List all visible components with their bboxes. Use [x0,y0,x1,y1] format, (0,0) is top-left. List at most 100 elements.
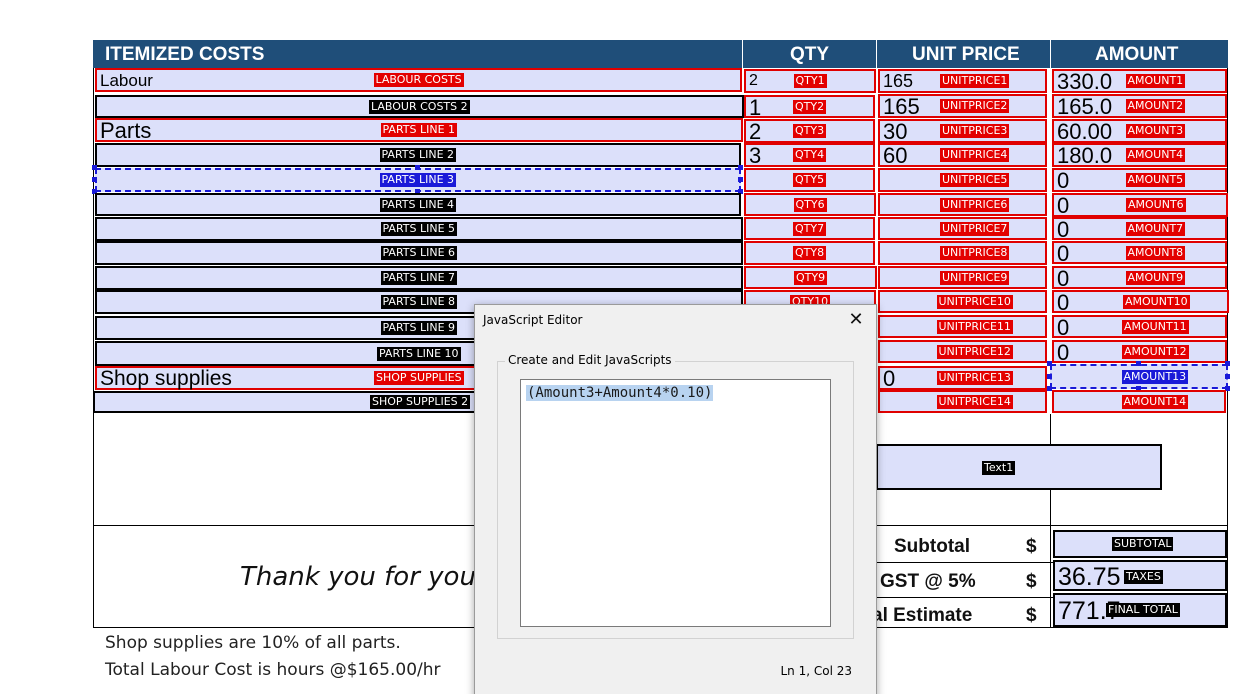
amount-field[interactable]: 330.0 AMOUNT1 [1052,69,1227,93]
shop-supplies-note: Shop supplies are 10% of all parts. [105,633,401,653]
itemized-cost-field[interactable]: Labour LABOUR COSTS [95,68,742,92]
field-value: 60.00 [1057,119,1113,144]
field-name-tag: UNITPRICE1 [940,74,1010,88]
field-name-tag: PARTS LINE 5 [380,222,458,236]
unit-price-field[interactable]: UNITPRICE7 [878,217,1047,240]
header-itemized-costs: ITEMIZED COSTS [105,44,265,65]
amount-field[interactable]: 60.00 AMOUNT3 [1052,119,1227,143]
resize-handle[interactable] [92,177,97,182]
field-value: Parts [100,118,152,143]
field-name-tag: UNITPRICE3 [940,124,1010,138]
field-value: 60 [883,143,908,168]
itemized-cost-field[interactable]: PARTS LINE 6 [95,241,743,265]
field-name-tag: QTY4 [793,148,827,162]
field-name-tag: SHOP SUPPLIES [374,371,464,385]
resize-handle[interactable] [738,165,743,170]
amount-field[interactable]: 0 AMOUNT12 [1052,340,1227,365]
field-value: 165.0 [1057,94,1113,119]
table-border [1227,68,1228,628]
itemized-cost-field[interactable]: PARTS LINE 7 [95,266,743,290]
field-value: Labour [100,70,153,90]
header-amount: AMOUNT [1095,44,1179,65]
itemized-cost-field[interactable]: LABOUR COSTS 2 [95,95,744,118]
field-value: 0 [1057,315,1070,340]
resize-handle[interactable] [1136,361,1141,366]
unit-price-field[interactable]: UNITPRICE9 [878,266,1047,289]
unit-price-field[interactable]: 60 UNITPRICE4 [878,143,1047,167]
qty-field[interactable]: 3 QTY4 [744,143,875,167]
resize-handle[interactable] [1047,361,1052,366]
itemized-cost-field[interactable]: Parts PARTS LINE 1 [95,118,743,142]
field-name-tag: PARTS LINE 1 [380,123,458,137]
field-value: 3 [749,143,762,168]
unit-price-field[interactable]: 30 UNITPRICE3 [878,119,1047,143]
unit-price-field[interactable]: 165 UNITPRICE1 [878,69,1047,93]
script-editor-textarea[interactable]: (Amount3+Amount4*0.10) [520,379,831,627]
qty-field[interactable]: QTY7 [744,217,875,240]
amount-field[interactable]: 0 AMOUNT8 [1052,241,1227,265]
final-total-field[interactable]: 771.7 FINAL TOTAL [1053,593,1227,627]
field-name-tag: QTY9 [794,270,828,285]
amount-field[interactable]: 0 AMOUNT6 [1052,193,1228,217]
qty-field[interactable]: QTY6 [744,193,876,216]
unit-price-field[interactable]: UNITPRICE5 [878,168,1047,192]
unit-price-field[interactable]: UNITPRICE11 [878,315,1047,338]
resize-handle[interactable] [1047,373,1052,379]
field-name-tag: AMOUNT6 [1126,198,1186,212]
amount-field[interactable]: AMOUNT14 [1052,390,1226,413]
field-name-tag: UNITPRICE12 [936,344,1013,359]
unit-price-field[interactable]: UNITPRICE6 [878,193,1047,216]
field-value: 0 [1057,290,1070,315]
qty-field[interactable]: 2 QTY1 [744,69,876,93]
itemized-cost-field[interactable]: PARTS LINE 5 [95,217,743,241]
text1-field[interactable]: Text1 [876,444,1162,490]
field-name-tag: PARTS LINE 9 [380,321,458,335]
field-name-tag: UNITPRICE7 [940,221,1010,236]
unit-price-field[interactable]: 0 UNITPRICE13 [878,366,1047,390]
gst-label: GST @ 5% [880,571,976,592]
subtotal-label: Subtotal [894,536,970,557]
field-value: 30 [883,119,908,144]
field-value: Shop supplies [100,367,232,390]
itemized-cost-field[interactable]: PARTS LINE 2 [95,143,741,167]
taxes-field[interactable]: 36.75 TAXES [1053,560,1227,591]
unit-price-field[interactable]: UNITPRICE10 [878,290,1047,313]
unit-price-field[interactable]: UNITPRICE14 [878,390,1047,413]
labour-cost-note: Total Labour Cost is hours @$165.00/hr [105,660,441,680]
field-name-tag: AMOUNT13 [1121,369,1189,384]
field-name-tag: PARTS LINE 4 [379,197,457,212]
amount-field[interactable]: 0 AMOUNT5 [1052,168,1227,192]
amount-field[interactable]: 180.0 AMOUNT4 [1052,143,1227,167]
qty-field[interactable]: QTY9 [744,266,877,289]
resize-handle[interactable] [92,165,97,170]
resize-handle[interactable] [1225,361,1230,366]
resize-handle[interactable] [738,177,743,182]
javascript-editor-dialog: JavaScript Editor ✕ Create and Edit Java… [474,304,877,694]
dialog-title: JavaScript Editor [483,313,583,327]
itemized-cost-field[interactable]: PARTS LINE 4 [95,193,741,216]
qty-field[interactable]: 2 QTY3 [744,119,875,143]
field-name-tag: AMOUNT12 [1122,344,1189,359]
field-name-tag: PARTS LINE 7 [380,271,458,285]
amount-field[interactable]: 0 AMOUNT7 [1052,217,1227,241]
amount-field[interactable]: 165.0 AMOUNT2 [1052,94,1227,118]
unit-price-field[interactable]: UNITPRICE8 [878,241,1047,265]
field-name-tag: UNITPRICE11 [936,319,1013,334]
field-name-tag: AMOUNT8 [1125,245,1186,260]
qty-field[interactable]: QTY5 [744,168,875,192]
field-value: 330.0 [1057,69,1113,94]
amount-field[interactable]: 0 AMOUNT9 [1052,266,1227,290]
subtotal-field[interactable]: SUBTOTAL [1053,530,1227,558]
field-value: 0 [1057,340,1070,365]
resize-handle[interactable] [1225,373,1230,379]
amount-field[interactable]: 0 AMOUNT10 [1052,290,1229,315]
unit-price-field[interactable]: UNITPRICE12 [878,340,1047,363]
qty-field[interactable]: 1 QTY2 [744,95,875,119]
close-icon[interactable]: ✕ [846,309,866,331]
qty-field[interactable]: QTY8 [744,241,875,265]
header-qty: QTY [790,44,830,65]
unit-price-field[interactable]: 165 UNITPRICE2 [878,94,1047,118]
amount-field[interactable]: 0 AMOUNT11 [1052,315,1227,340]
resize-handle[interactable] [415,165,420,170]
field-value: 36.75 [1058,563,1121,591]
